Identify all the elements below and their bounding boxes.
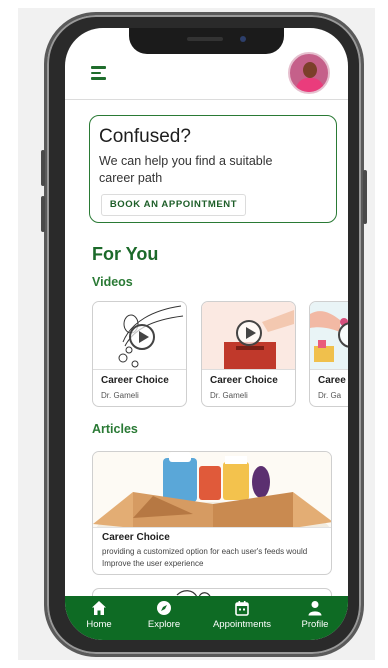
play-icon[interactable] [236, 320, 262, 346]
for-you-heading: For You [92, 244, 159, 264]
book-appointment-button[interactable]: BOOK AN APPOINTMENT [101, 194, 246, 216]
bottom-navigation: Home Explore Appointments Profile [65, 596, 348, 640]
phone-side-button [41, 196, 45, 232]
video-thumbnail [202, 302, 295, 370]
video-card[interactable]: Caree Dr. Ga [309, 301, 348, 407]
video-title: Career Choice [210, 375, 278, 386]
person-icon [307, 600, 323, 616]
camera-dot [240, 36, 246, 42]
nav-appointments[interactable]: Appointments [205, 600, 279, 638]
calendar-icon [234, 600, 250, 616]
nav-label: Profile [301, 619, 329, 630]
donation-box-illustration [93, 452, 331, 527]
video-title: Career Choice [101, 375, 169, 386]
nav-label: Explore [147, 619, 181, 630]
nav-profile[interactable]: Profile [295, 600, 335, 638]
phone-side-button [363, 170, 367, 224]
video-card[interactable]: Career Choice Dr. Gameli [201, 301, 296, 407]
home-icon [91, 600, 107, 616]
article-card[interactable]: Career Choice providing a customized opt… [92, 451, 332, 575]
card-description: We can help you find a suitable career p… [99, 154, 273, 185]
phone-side-button [41, 150, 45, 186]
play-icon[interactable] [129, 324, 155, 350]
articles-section-label: Articles [92, 422, 138, 436]
phone-notch [129, 28, 284, 54]
app-screen: Confused? We can help you find a suitabl… [65, 28, 348, 640]
nav-explore[interactable]: Explore [141, 600, 187, 638]
nav-home[interactable]: Home [77, 600, 121, 638]
hamburger-menu-icon[interactable] [91, 66, 109, 80]
career-help-card: Confused? We can help you find a suitabl… [89, 115, 337, 223]
videos-section-label: Videos [92, 275, 133, 289]
article-title: Career Choice [102, 532, 170, 543]
card-title: Confused? [99, 126, 191, 147]
compass-icon [156, 600, 172, 616]
article-description: providing a customized option for each u… [102, 547, 308, 568]
article-thumbnail [93, 452, 331, 528]
speaker-grille [187, 37, 223, 41]
video-thumbnail [93, 302, 186, 370]
video-author: Dr. Gameli [101, 391, 139, 400]
avatar[interactable] [288, 52, 330, 94]
video-author: Dr. Gameli [210, 391, 248, 400]
video-card[interactable]: Career Choice Dr. Gameli [92, 301, 187, 407]
video-thumbnail [310, 302, 348, 370]
video-title: Caree [318, 375, 346, 386]
nav-label: Home [86, 619, 112, 630]
nav-label: Appointments [212, 619, 272, 630]
video-author: Dr. Ga [318, 391, 342, 400]
